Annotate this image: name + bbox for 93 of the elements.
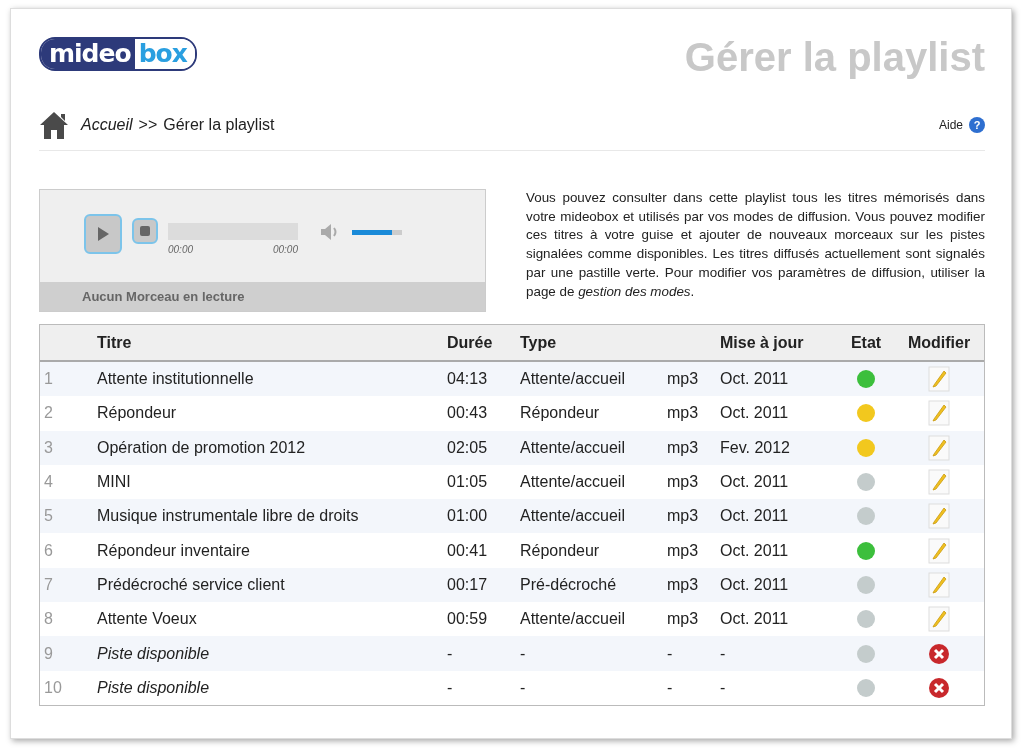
pencil-icon[interactable] bbox=[928, 366, 950, 393]
duration-cell-text: 02:05 bbox=[447, 438, 489, 457]
type-cell-text: Attente/accueil bbox=[520, 370, 626, 389]
format-cell-text: mp3 bbox=[667, 507, 700, 526]
format-cell-text: mp3 bbox=[667, 473, 700, 492]
duration-cell-text: 04:13 bbox=[447, 370, 489, 389]
time-total: 00:00 bbox=[272, 244, 298, 255]
track-title: Répondeur bbox=[97, 404, 178, 423]
track-title: Piste disponible bbox=[97, 678, 211, 697]
column-header: Durée bbox=[447, 333, 494, 352]
row-number: 3 bbox=[43, 438, 54, 457]
breadcrumb-current: Gérer la playlist bbox=[163, 116, 275, 134]
play-button[interactable] bbox=[84, 214, 122, 254]
now-playing-status: Aucun Morceau en lecture bbox=[40, 282, 485, 311]
column-header: Mise à jour bbox=[720, 333, 805, 352]
duration-cell-text: 01:00 bbox=[447, 507, 489, 526]
type-cell-text: Attente/accueil bbox=[520, 610, 626, 629]
column-header: Modifier bbox=[906, 333, 972, 352]
track-title: Piste disponible bbox=[97, 644, 211, 663]
duration-cell-text: 00:41 bbox=[447, 541, 489, 560]
row-number: 9 bbox=[43, 644, 54, 663]
help-link[interactable]: Aide bbox=[938, 118, 963, 132]
duration-cell-text: 00:17 bbox=[447, 575, 489, 594]
type-cell-text: Répondeur bbox=[520, 541, 601, 560]
pencil-icon[interactable] bbox=[928, 434, 950, 461]
delete-icon[interactable] bbox=[928, 642, 950, 665]
home-icon[interactable] bbox=[39, 110, 69, 140]
column-header: Type bbox=[520, 333, 558, 352]
format-cell-text: mp3 bbox=[667, 370, 700, 389]
type-cell-text: Attente/accueil bbox=[520, 438, 626, 457]
time-elapsed: 00:00 bbox=[168, 244, 194, 255]
home-link[interactable]: Accueil bbox=[81, 116, 133, 134]
logo[interactable]: mideo box bbox=[39, 37, 197, 71]
pencil-icon[interactable] bbox=[928, 469, 950, 496]
date-cell-text: Oct. 2011 bbox=[720, 610, 790, 629]
date-cell-text: Oct. 2011 bbox=[720, 370, 790, 389]
duration-cell-text: - bbox=[447, 678, 454, 697]
row-number: 6 bbox=[43, 541, 54, 560]
date-cell-text: Oct. 2011 bbox=[720, 404, 790, 423]
description-text: Vous pouvez consulter dans cette playlist tous les titres mémorisés dans votre mideobox et utilisés par vos modes de diffusion. Vous pouvez modifier ces titres à votre guise et ajouter de nouveaux morceaux sur les pistes signalées comme disponibles. Les titres diffusés actuellement sont signalés par une pastille verte. Pour modifier vos paramètres de diffusion, utiliser la page de gestion des modes. bbox=[526, 189, 985, 301]
date-cell-text: Oct. 2011 bbox=[720, 541, 790, 560]
play-icon bbox=[96, 226, 110, 242]
track-title: Prédécroché service client bbox=[97, 575, 286, 594]
track-title: Attente Voeux bbox=[97, 610, 198, 629]
column-header: Titre bbox=[97, 333, 133, 352]
duration-cell-text: - bbox=[447, 644, 454, 663]
track-title: MINI bbox=[97, 473, 132, 492]
row-number: 8 bbox=[43, 610, 54, 629]
row-number: 7 bbox=[43, 575, 54, 594]
help-icon[interactable]: ? bbox=[969, 117, 985, 133]
breadcrumb-separator: >> bbox=[138, 116, 158, 134]
column-header: Etat bbox=[849, 333, 883, 352]
track-title: Opération de promotion 2012 bbox=[97, 438, 307, 457]
pencil-icon[interactable] bbox=[928, 606, 950, 633]
type-cell-text: - bbox=[520, 678, 527, 697]
row-number: 4 bbox=[43, 473, 54, 492]
date-cell-text: Oct. 2011 bbox=[720, 575, 790, 594]
track-title: Répondeur inventaire bbox=[97, 541, 251, 560]
row-number: 10 bbox=[43, 678, 63, 697]
format-cell-text: mp3 bbox=[667, 610, 700, 629]
date-cell-text: - bbox=[720, 644, 727, 663]
format-cell-text: - bbox=[667, 644, 674, 663]
type-cell-text: Attente/accueil bbox=[520, 473, 626, 492]
type-cell-text: Répondeur bbox=[520, 404, 601, 423]
date-cell-text: Oct. 2011 bbox=[720, 507, 790, 526]
type-cell-text: - bbox=[520, 644, 527, 663]
date-cell-text: Fev. 2012 bbox=[720, 438, 791, 457]
volume-track[interactable] bbox=[352, 230, 402, 235]
format-cell-text: - bbox=[667, 678, 674, 697]
duration-cell-text: 01:05 bbox=[447, 473, 489, 492]
type-cell-text: Attente/accueil bbox=[520, 507, 626, 526]
format-cell-text: mp3 bbox=[667, 404, 700, 423]
track-title: Attente institutionnelle bbox=[97, 370, 255, 389]
pencil-icon[interactable] bbox=[928, 537, 950, 564]
logo-text: mideo bbox=[41, 39, 135, 69]
pencil-icon[interactable] bbox=[928, 571, 950, 598]
date-cell-text: Oct. 2011 bbox=[720, 473, 790, 492]
row-number: 1 bbox=[43, 370, 54, 389]
duration-cell-text: 00:43 bbox=[447, 404, 489, 423]
duration-cell-text: 00:59 bbox=[447, 610, 489, 629]
pencil-icon[interactable] bbox=[928, 503, 950, 530]
format-cell-text: mp3 bbox=[667, 438, 700, 457]
stop-button[interactable] bbox=[132, 218, 158, 244]
format-cell-text: mp3 bbox=[667, 575, 700, 594]
track-title: Musique instrumentale libre de droits bbox=[97, 507, 360, 526]
format-cell-text: mp3 bbox=[667, 541, 700, 560]
pencil-icon[interactable] bbox=[928, 400, 950, 427]
row-number: 5 bbox=[43, 507, 54, 526]
row-number: 2 bbox=[43, 404, 54, 423]
delete-icon[interactable] bbox=[928, 676, 950, 699]
date-cell-text: - bbox=[720, 678, 727, 697]
type-cell-text: Pré-décroché bbox=[520, 575, 618, 594]
stop-icon bbox=[140, 226, 150, 236]
